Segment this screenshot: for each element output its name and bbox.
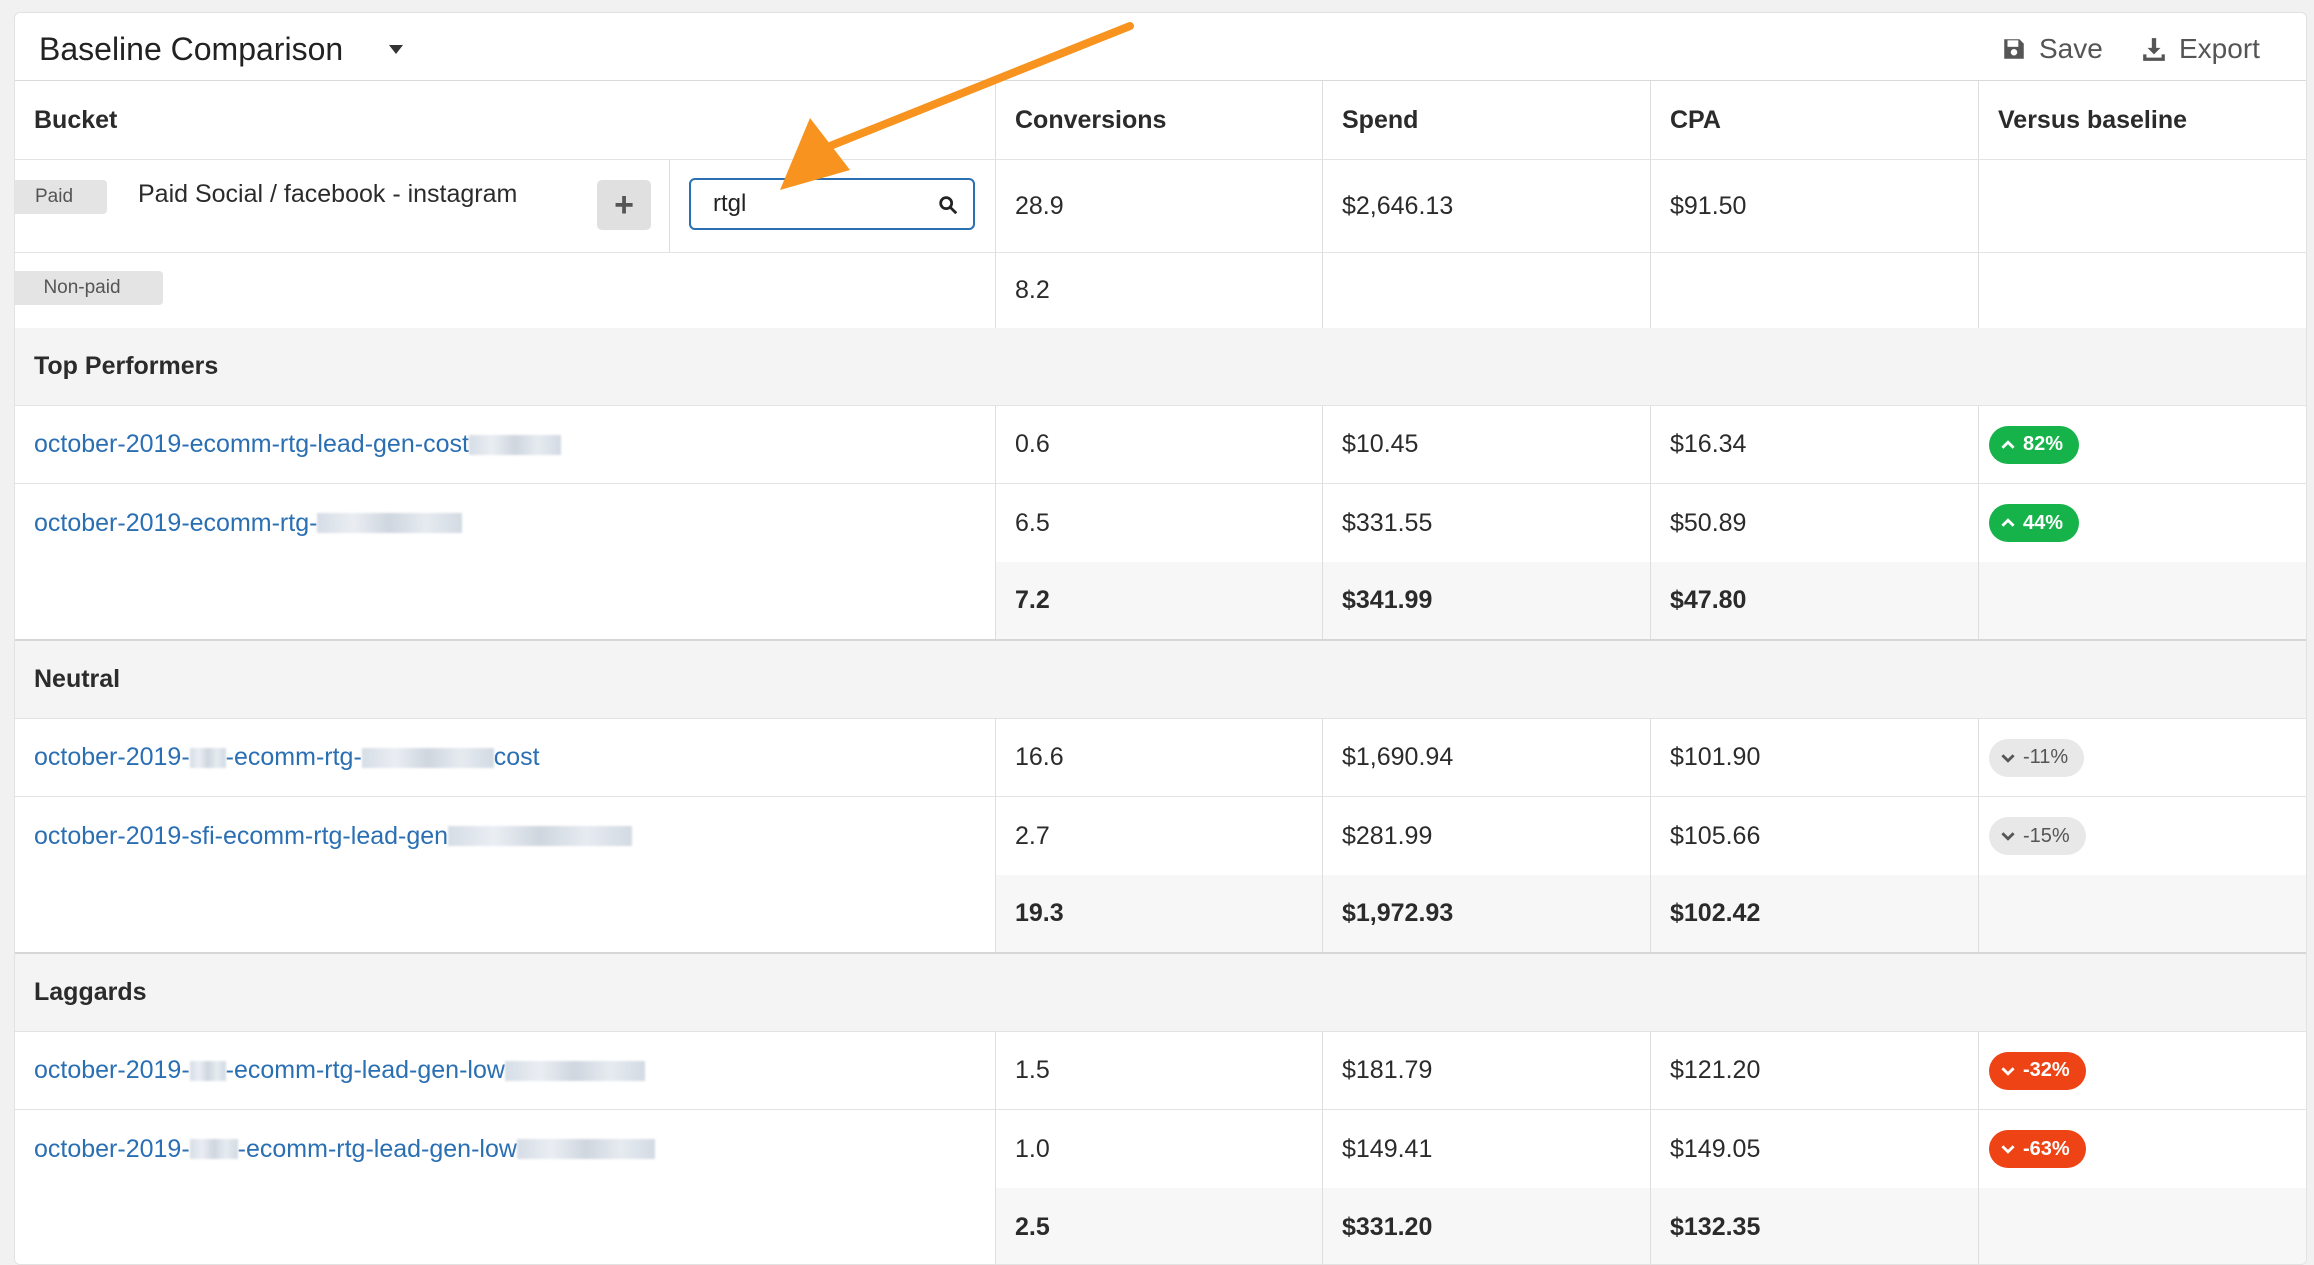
chevron-down-icon bbox=[2001, 753, 2015, 763]
versus-cell: 82% bbox=[1979, 406, 2080, 483]
cpa-cell: $16.34 bbox=[1670, 430, 1747, 458]
export-label: Export bbox=[2179, 33, 2260, 64]
search-icon bbox=[939, 196, 958, 215]
save-label: Save bbox=[2039, 33, 2103, 64]
total-cpa: $102.42 bbox=[1670, 899, 1761, 927]
conversions-cell: 6.5 bbox=[1015, 508, 1050, 537]
campaign-link[interactable]: october-2019- -ecomm-rtg-cost bbox=[15, 719, 995, 796]
paid-cpa: $91.50 bbox=[1670, 191, 1747, 220]
paid-conversions: 28.9 bbox=[1015, 191, 1064, 220]
column-header-versus-baseline[interactable]: Versus baseline bbox=[1979, 81, 2305, 159]
chevron-up-icon bbox=[2001, 439, 2015, 449]
paid-spend: $2,646.13 bbox=[1342, 191, 1454, 220]
group-name: Neutral bbox=[34, 665, 121, 693]
spend-cell: $281.99 bbox=[1342, 821, 1433, 850]
total-conversions: 2.5 bbox=[1015, 1212, 1050, 1241]
versus-cell: -63% bbox=[1979, 1110, 2086, 1188]
chevron-down-icon bbox=[2001, 1145, 2015, 1154]
status-badge: 82% bbox=[1989, 425, 2080, 464]
page-title: Baseline Comparison bbox=[39, 31, 344, 67]
floppy-disk-icon bbox=[2004, 39, 2024, 59]
status-badge: 44% bbox=[1989, 504, 2080, 542]
group-header-neutral: Neutral bbox=[15, 641, 2306, 719]
nonpaid-bucket-row: Non-paid 8.2 bbox=[15, 253, 2306, 328]
download-icon bbox=[2143, 38, 2165, 61]
total-cpa: $47.80 bbox=[1670, 586, 1747, 614]
baseline-comparison-panel: Baseline Comparison Save Export Bucket C… bbox=[14, 12, 2307, 1265]
total-spend: $341.99 bbox=[1342, 586, 1433, 614]
search-value: rtgl bbox=[713, 190, 747, 217]
spend-cell: $331.55 bbox=[1342, 508, 1433, 537]
column-header-spend[interactable]: Spend bbox=[1323, 81, 1650, 159]
cpa-cell: $149.05 bbox=[1670, 1134, 1761, 1163]
conversions-cell: 0.6 bbox=[1015, 430, 1050, 458]
campaign-link[interactable]: october-2019- -ecomm-rtg-lead-gen-low bbox=[15, 1110, 995, 1188]
paid-bucket-name: Paid Social / facebook - instagram bbox=[138, 179, 518, 208]
conversions-cell: 1.0 bbox=[1015, 1134, 1050, 1163]
total-conversions: 7.2 bbox=[1015, 586, 1050, 614]
group-total-row: 2.5 $331.20 $132.35 bbox=[15, 1188, 2306, 1264]
campaign-link[interactable]: october-2019-ecomm-rtg- bbox=[15, 484, 995, 562]
cpa-cell: $105.66 bbox=[1670, 821, 1761, 850]
title-dropdown-caret-icon[interactable] bbox=[389, 45, 403, 54]
group-total-row: 7.2 $341.99 $47.80 bbox=[15, 562, 2306, 641]
chevron-down-icon bbox=[2001, 832, 2015, 841]
spend-cell: $1,690.94 bbox=[1342, 743, 1454, 771]
campaign-link[interactable]: october-2019-ecomm-rtg-lead-gen-cost bbox=[15, 406, 995, 483]
group-name: Laggards bbox=[34, 978, 147, 1006]
conversions-cell: 1.5 bbox=[1015, 1056, 1050, 1084]
table-header-row: Bucket Conversions Spend CPA Versus base… bbox=[15, 81, 2306, 160]
table-row: october-2019- -ecomm-rtg-cost 16.6 $1,690… bbox=[15, 719, 2306, 797]
save-button[interactable]: Save bbox=[2001, 33, 2103, 65]
spend-cell: $10.45 bbox=[1342, 430, 1419, 458]
paid-tag: Paid bbox=[15, 180, 107, 214]
group-header-laggards: Laggards bbox=[15, 954, 2306, 1032]
export-button[interactable]: Export bbox=[2141, 33, 2260, 65]
cpa-cell: $101.90 bbox=[1670, 743, 1761, 771]
total-cpa: $132.35 bbox=[1670, 1212, 1761, 1241]
nonpaid-tag: Non-paid bbox=[15, 271, 163, 305]
nonpaid-conversions: 8.2 bbox=[1015, 276, 1050, 304]
table-row: october-2019-ecomm-rtg-lead-gen-cost 0.6… bbox=[15, 406, 2306, 484]
versus-cell: -11% bbox=[1979, 719, 2085, 796]
group-total-row: 19.3 $1,972.93 $102.42 bbox=[15, 875, 2306, 954]
versus-cell: 44% bbox=[1979, 484, 2080, 562]
column-header-cpa[interactable]: CPA bbox=[1651, 81, 1978, 159]
table-row: october-2019- -ecomm-rtg-lead-gen-low 1.0… bbox=[15, 1110, 2306, 1188]
column-header-bucket[interactable]: Bucket bbox=[15, 81, 995, 159]
versus-cell: -32% bbox=[1979, 1032, 2086, 1109]
table-row: october-2019-ecomm-rtg- 6.5 $331.55 $50.… bbox=[15, 484, 2306, 562]
cpa-cell: $121.20 bbox=[1670, 1056, 1761, 1084]
table-row: october-2019- -ecomm-rtg-lead-gen-low 1.5… bbox=[15, 1032, 2306, 1110]
panel-header: Baseline Comparison Save Export bbox=[15, 13, 2306, 81]
chevron-up-icon bbox=[2001, 518, 2015, 527]
bucket-search-input[interactable]: rtgl bbox=[689, 178, 975, 230]
chevron-down-icon bbox=[2001, 1066, 2015, 1076]
spend-cell: $149.41 bbox=[1342, 1134, 1433, 1163]
total-spend: $1,972.93 bbox=[1342, 899, 1454, 927]
status-badge: -15% bbox=[1989, 817, 2086, 855]
column-header-conversions[interactable]: Conversions bbox=[996, 81, 1322, 159]
group-name: Top Performers bbox=[34, 352, 219, 380]
conversions-cell: 16.6 bbox=[1015, 743, 1064, 771]
campaign-link[interactable]: october-2019- -ecomm-rtg-lead-gen-low bbox=[15, 1032, 995, 1109]
status-badge: -11% bbox=[1989, 738, 2085, 777]
total-spend: $331.20 bbox=[1342, 1212, 1433, 1241]
add-filter-button[interactable]: + bbox=[597, 180, 651, 230]
status-badge: -32% bbox=[1989, 1051, 2086, 1090]
spend-cell: $181.79 bbox=[1342, 1056, 1433, 1084]
group-header-top-performers: Top Performers bbox=[15, 328, 2306, 406]
paid-bucket-row: Paid Paid Social / facebook - instagram … bbox=[15, 160, 2306, 253]
total-conversions: 19.3 bbox=[1015, 899, 1064, 927]
cpa-cell: $50.89 bbox=[1670, 508, 1747, 537]
versus-cell: -15% bbox=[1979, 797, 2086, 875]
status-badge: -63% bbox=[1989, 1130, 2086, 1168]
conversions-cell: 2.7 bbox=[1015, 821, 1050, 850]
table-row: october-2019-sfi-ecomm-rtg-lead-gen 2.7 … bbox=[15, 797, 2306, 875]
campaign-link[interactable]: october-2019-sfi-ecomm-rtg-lead-gen bbox=[15, 797, 995, 875]
